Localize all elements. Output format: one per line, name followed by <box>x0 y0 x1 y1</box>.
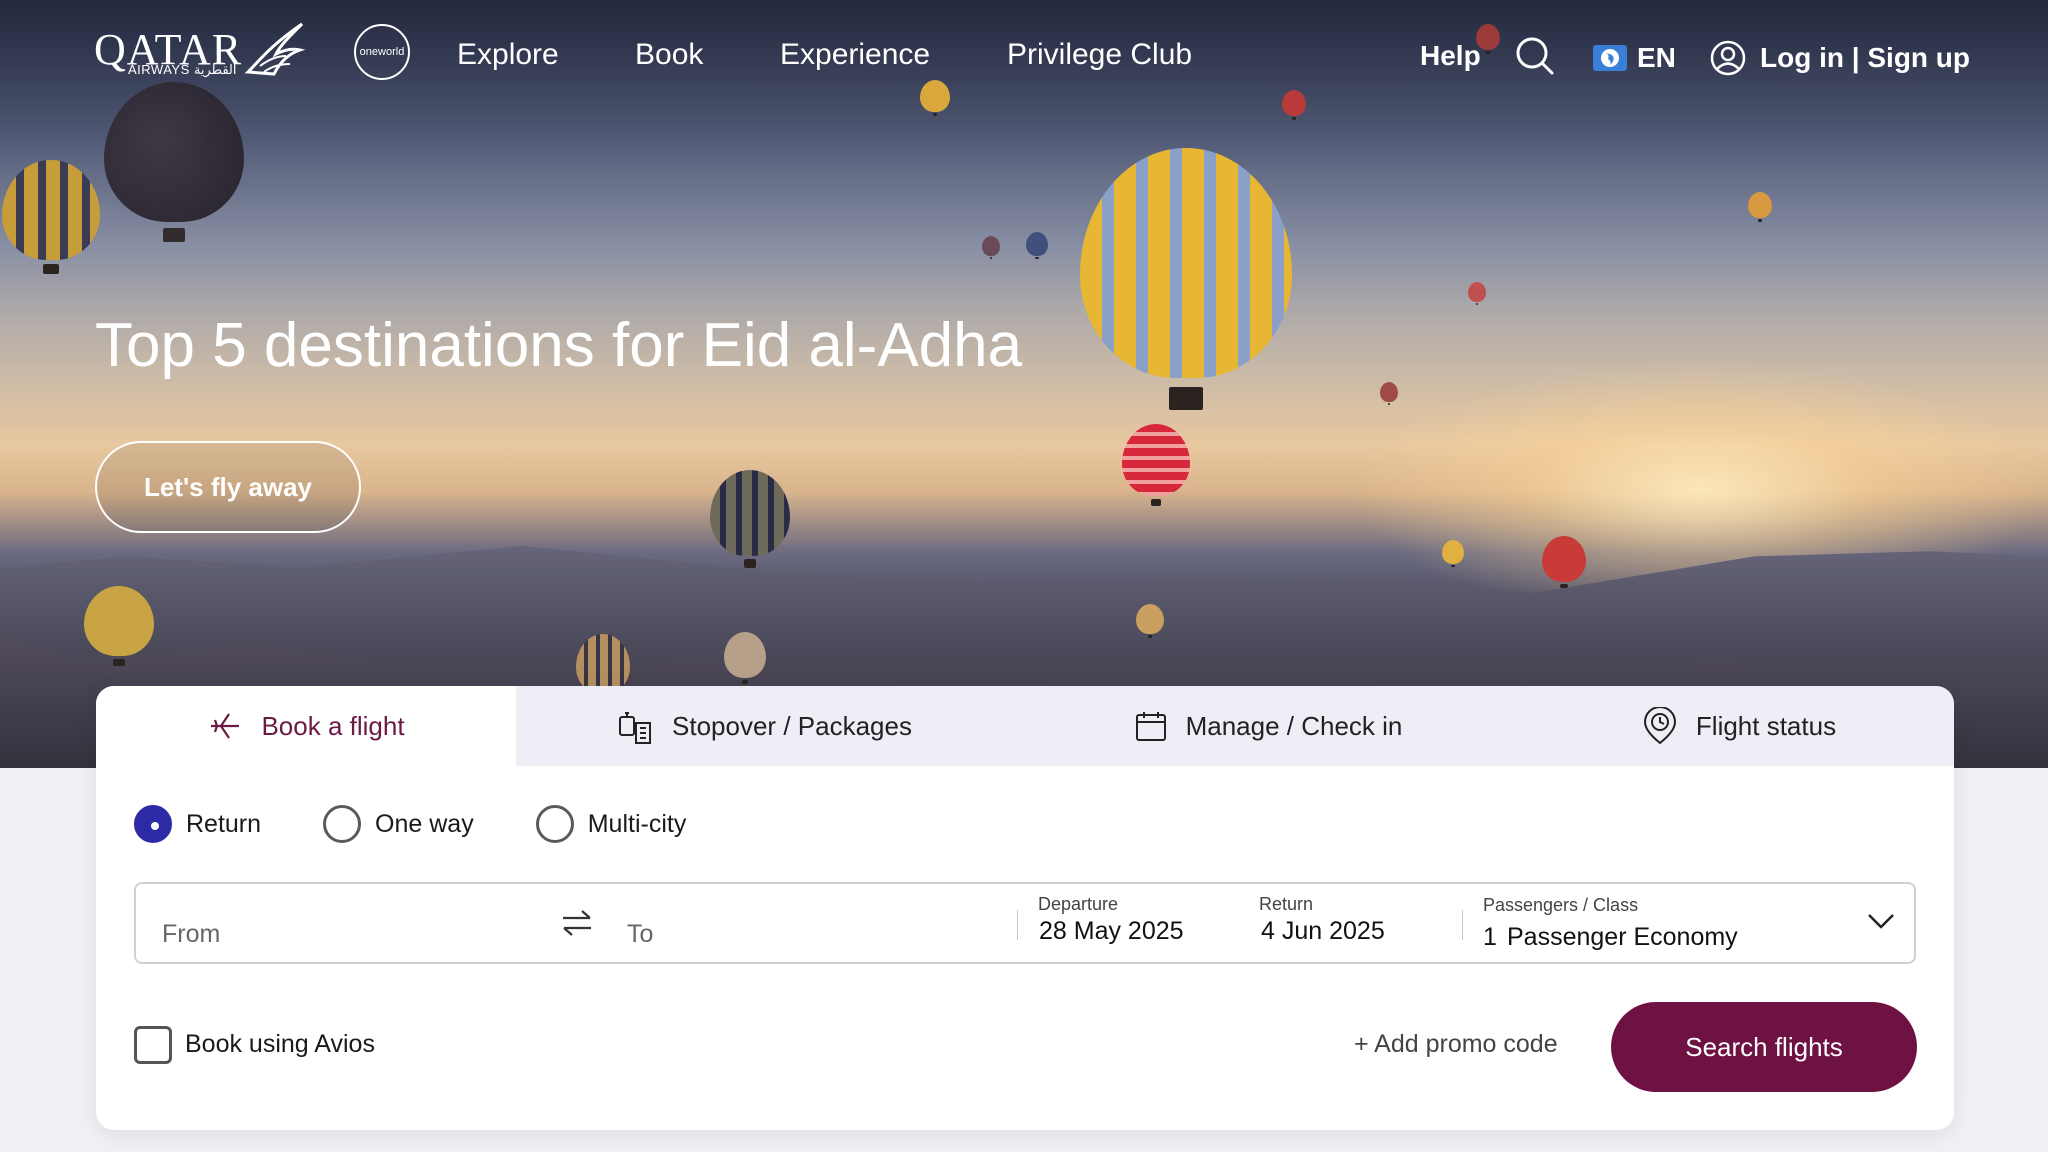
swap-icon[interactable] <box>560 906 594 940</box>
radio-return[interactable]: Return <box>134 805 261 843</box>
login-link[interactable]: Log in | Sign up <box>1710 40 1970 76</box>
trip-type-group: Return One way Multi-city <box>134 804 748 844</box>
balloon-image <box>982 236 1000 259</box>
qatar-airways-logo[interactable]: QATAR AIRWAYS القطرية <box>94 20 310 80</box>
globe-icon <box>1593 45 1627 71</box>
balloon-image <box>1080 148 1292 411</box>
passengers-class: Passenger Economy <box>1507 923 1738 951</box>
avios-label: Book using Avios <box>185 1030 375 1058</box>
search-icon[interactable] <box>1515 36 1555 76</box>
avios-checkbox[interactable] <box>134 1026 172 1064</box>
tab-manage-check-in[interactable]: Manage / Check in <box>1012 686 1524 766</box>
balloon-image <box>1026 232 1048 260</box>
tab-label: Flight status <box>1695 710 1837 741</box>
passengers-count: 1 <box>1483 923 1497 951</box>
nav-book[interactable]: Book <box>635 38 703 72</box>
departure-value: 28 May 2025 <box>1039 917 1184 945</box>
plane-icon <box>211 713 240 739</box>
tab-label: Book a flight <box>261 710 405 741</box>
nav-explore[interactable]: Explore <box>457 38 559 72</box>
radio-one-way[interactable]: One way <box>323 805 474 843</box>
search-flights-button[interactable]: Search flights <box>1611 1002 1917 1092</box>
nav-privilege-club[interactable]: Privilege Club <box>1007 38 1192 72</box>
add-promo-code-link[interactable]: + Add promo code <box>1354 1030 1558 1059</box>
tab-flight-status[interactable]: Flight status <box>1524 686 1954 766</box>
balloon-image <box>1542 536 1586 589</box>
user-icon <box>1710 40 1746 76</box>
departure-label: Departure <box>1038 894 1119 914</box>
top-nav: QATAR AIRWAYS القطرية oneworld Explore B… <box>0 0 2048 116</box>
chevron-down-icon[interactable] <box>1867 912 1895 930</box>
return-label: Return <box>1259 894 1314 914</box>
from-field[interactable]: From <box>162 920 220 949</box>
balloon-image <box>724 632 766 685</box>
oneworld-badge[interactable]: oneworld <box>354 24 410 80</box>
balloon-image <box>1748 192 1772 222</box>
balloon-image <box>710 470 790 569</box>
balloon-image <box>1442 540 1464 568</box>
tab-stopover-packages[interactable]: Stopover / Packages <box>516 686 1012 766</box>
to-field[interactable]: To <box>627 920 653 949</box>
radio-indicator[interactable] <box>535 805 574 843</box>
radio-indicator[interactable] <box>134 805 172 843</box>
help-link[interactable]: Help <box>1420 40 1481 72</box>
radio-indicator[interactable] <box>323 805 362 843</box>
balloon-image <box>1468 282 1486 305</box>
balloon-image <box>1380 382 1398 405</box>
lets-fly-away-button[interactable]: Let's fly away <box>95 441 361 533</box>
balloon-image <box>84 586 154 666</box>
luggage-hotel-icon <box>619 712 652 744</box>
radio-label: Return <box>186 809 262 838</box>
location-clock-icon <box>1643 707 1676 745</box>
radio-label: One way <box>375 809 474 838</box>
balloon-image <box>1122 424 1190 507</box>
nav-experience[interactable]: Experience <box>780 38 930 72</box>
hero-title: Top 5 destinations for Eid al-Adha <box>95 311 1023 380</box>
tab-label: Manage / Check in <box>1185 710 1403 741</box>
flight-search-fields: From To Departure 28 May 2025 Return 4 J… <box>134 882 1916 964</box>
language-code: EN <box>1637 42 1676 73</box>
booking-tabs: Book a flight Stopover / Packages Manage <box>96 686 1954 766</box>
balloon-image <box>1136 604 1164 639</box>
return-value: 4 Jun 2025 <box>1261 917 1385 945</box>
tab-book-a-flight[interactable]: Book a flight <box>96 686 516 766</box>
divider <box>1017 910 1018 940</box>
oryx-icon <box>244 22 306 76</box>
balloon-image <box>2 160 100 274</box>
passengers-label: Passengers / Class <box>1483 895 1639 915</box>
divider <box>1462 910 1463 940</box>
calendar-icon <box>1135 712 1166 741</box>
radio-multi-city[interactable]: Multi-city <box>535 805 687 843</box>
booking-widget: Book a flight Stopover / Packages Manage <box>96 686 1954 1130</box>
radio-label: Multi-city <box>587 809 687 838</box>
balloon-image <box>576 634 630 703</box>
language-selector[interactable]: EN <box>1593 42 1676 74</box>
tab-label: Stopover / Packages <box>672 710 912 741</box>
login-label: Log in | Sign up <box>1760 42 1971 73</box>
